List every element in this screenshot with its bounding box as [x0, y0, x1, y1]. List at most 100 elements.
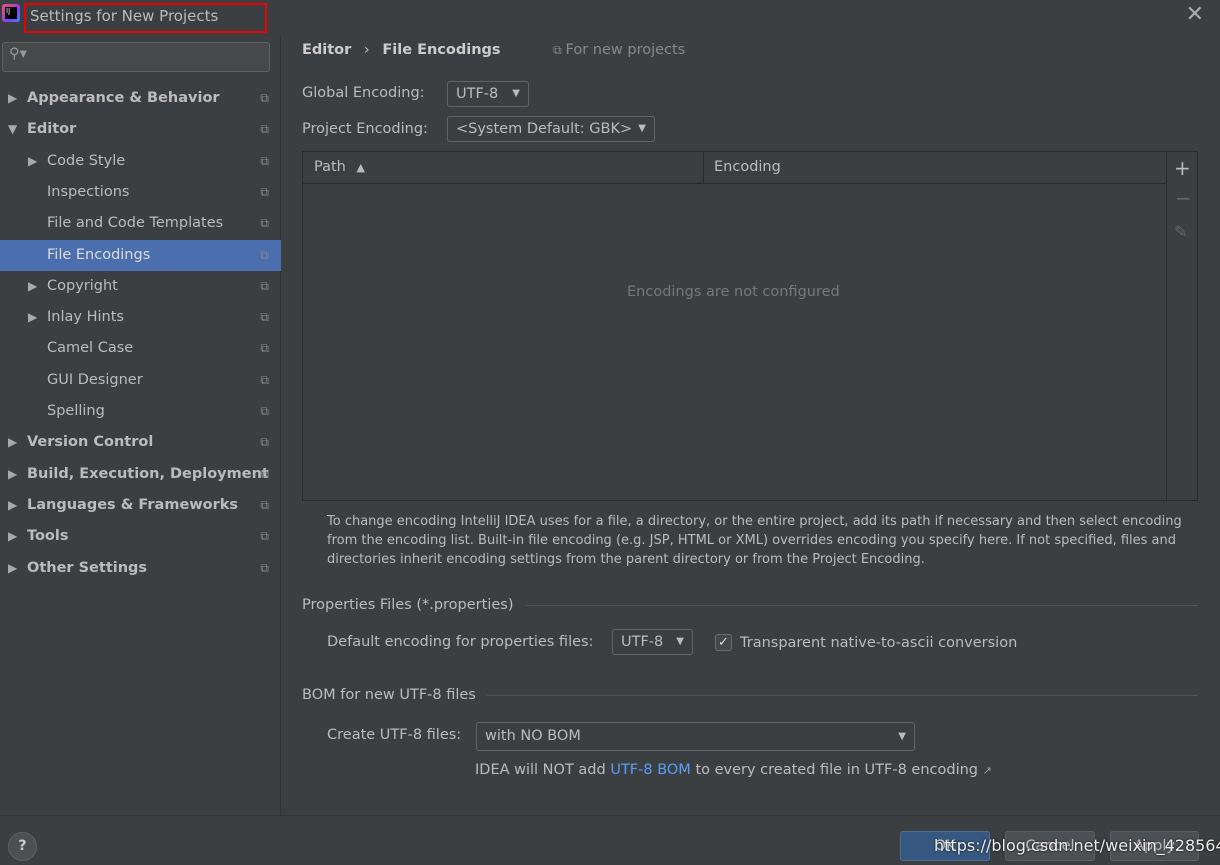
chevron-down-icon[interactable]: ▼	[8, 114, 17, 145]
chevron-down-icon: ▼	[512, 88, 520, 99]
remove-icon[interactable]: −	[1175, 186, 1192, 210]
encodings-table[interactable]: Path ▲ Encoding Encodings are not config…	[302, 151, 1198, 501]
sidebar-item-label: Code Style	[47, 152, 126, 169]
sidebar-item-label: GUI Designer	[47, 371, 143, 388]
sidebar-item-label: Editor	[27, 121, 77, 138]
project-encoding-select[interactable]: <System Default: GBK> ▼	[447, 116, 655, 142]
sidebar-item-languages-frameworks[interactable]: ▶ Languages & Frameworks ⧉	[0, 490, 281, 521]
sidebar-item-label: Version Control	[27, 434, 154, 451]
sort-asc-icon: ▲	[356, 161, 365, 174]
sidebar-item-camel-case[interactable]: Camel Case ⧉	[0, 333, 281, 364]
dialog-footer: ? OK Cancel Apply https://blog.csdn.net/…	[0, 815, 1220, 865]
chevron-right-icon[interactable]: ▶	[8, 553, 17, 584]
settings-sidebar: ⚲▾ ▶ Appearance & Behavior ⧉ ▼ Editor ⧉ ▶ Code …	[0, 36, 281, 815]
external-link-icon: ↗	[982, 764, 992, 777]
chevron-right-icon[interactable]: ▶	[8, 521, 17, 552]
project-encoding-label: Project Encoding:	[302, 121, 428, 137]
create-utf8-label: Create UTF-8 files:	[327, 727, 462, 743]
watermark: https://blog.csdn.net/weixin_42856413	[934, 836, 1220, 855]
add-icon[interactable]: +	[1174, 156, 1191, 180]
copy-icon: ⧉	[260, 560, 269, 575]
breadcrumb: Editor › File Encodings ⧉ For new projec…	[302, 42, 685, 58]
copy-icon: ⧉	[260, 435, 269, 450]
table-header: Path ▲ Encoding	[303, 152, 1167, 184]
sidebar-item-editor[interactable]: ▼ Editor ⧉	[0, 114, 281, 145]
copy-icon: ⧉	[260, 278, 269, 293]
chevron-down-icon: ▼	[898, 731, 906, 742]
sidebar-item-label: Copyright	[47, 277, 118, 294]
properties-encoding-label: Default encoding for properties files:	[327, 634, 594, 650]
breadcrumb-separator: ›	[363, 42, 370, 58]
close-icon[interactable]: ✕	[1186, 2, 1204, 27]
copy-icon: ⧉	[553, 43, 566, 57]
sidebar-item-spelling[interactable]: Spelling ⧉	[0, 396, 281, 427]
search-icon: ⚲▾	[9, 46, 27, 62]
sidebar-item-label: Spelling	[47, 403, 105, 419]
sidebar-item-label: Languages & Frameworks	[27, 496, 239, 513]
sidebar-item-other-settings[interactable]: ▶ Other Settings ⧉	[0, 553, 281, 584]
scope-label: ⧉ For new projects	[553, 42, 686, 58]
window-title: Settings for New Projects	[24, 3, 267, 33]
main-panel: Editor › File Encodings ⧉ For new projec…	[281, 36, 1220, 815]
global-encoding-select[interactable]: UTF-8 ▼	[447, 81, 529, 107]
copy-icon: ⧉	[260, 184, 269, 199]
chevron-right-icon[interactable]: ▶	[8, 459, 17, 490]
help-button[interactable]: ?	[8, 832, 37, 861]
chevron-right-icon[interactable]: ▶	[8, 83, 17, 114]
copy-icon: ⧉	[260, 341, 269, 356]
chevron-right-icon[interactable]: ▶	[28, 302, 37, 333]
bom-section-title: BOM for new UTF-8 files	[302, 687, 476, 703]
sidebar-item-copyright[interactable]: ▶ Copyright ⧉	[0, 271, 281, 302]
sidebar-item-inspections[interactable]: Inspections ⧉	[0, 177, 281, 208]
search-input[interactable]: ⚲▾	[2, 42, 270, 72]
sidebar-item-version-control[interactable]: ▶ Version Control ⧉	[0, 427, 281, 458]
copy-icon: ⧉	[260, 91, 269, 105]
sidebar-item-label: Appearance & Behavior	[27, 90, 220, 106]
copy-icon: ⧉	[260, 372, 269, 387]
chevron-down-icon: ▼	[638, 123, 646, 134]
breadcrumb-parent[interactable]: Editor	[302, 42, 351, 58]
chevron-right-icon[interactable]: ▶	[28, 271, 37, 302]
chevron-right-icon[interactable]: ▶	[28, 146, 37, 177]
sidebar-item-label: Inspections	[47, 183, 130, 200]
sidebar-item-label: Inlay Hints	[47, 309, 124, 326]
global-encoding-label: Global Encoding:	[302, 85, 425, 101]
sidebar-item-file-and-code-templates[interactable]: File and Code Templates ⧉	[0, 208, 281, 239]
chevron-down-icon: ▼	[676, 636, 684, 647]
sidebar-item-file-encodings[interactable]: File Encodings ⧉	[0, 239, 281, 271]
copy-icon: ⧉	[260, 529, 269, 544]
copy-icon: ⧉	[260, 153, 269, 168]
properties-section-title: Properties Files (*.properties)	[302, 597, 514, 613]
sidebar-item-label: Tools	[27, 528, 69, 545]
sidebar-item-label: Build, Execution, Deployment	[27, 465, 269, 482]
utf8-bom-link[interactable]: UTF-8 BOM	[610, 762, 691, 778]
native-to-ascii-checkbox[interactable]: ✓	[715, 634, 732, 651]
chevron-right-icon[interactable]: ▶	[8, 427, 17, 458]
properties-encoding-select[interactable]: UTF-8 ▼	[612, 629, 693, 655]
copy-icon: ⧉	[260, 497, 269, 512]
copy-icon: ⧉	[260, 404, 269, 418]
chevron-right-icon[interactable]: ▶	[8, 490, 17, 521]
sidebar-item-label: File and Code Templates	[47, 215, 224, 232]
native-to-ascii-label[interactable]: Transparent native-to-ascii conversion	[740, 635, 1017, 651]
sidebar-item-label: Camel Case	[47, 340, 134, 357]
sidebar-item-appearance-behavior[interactable]: ▶ Appearance & Behavior ⧉	[0, 83, 281, 114]
copy-icon: ⧉	[260, 466, 269, 481]
sidebar-item-gui-designer[interactable]: GUI Designer ⧉	[0, 365, 281, 396]
sidebar-item-label: File Encodings	[47, 246, 151, 263]
sidebar-item-label: Other Settings	[27, 559, 148, 576]
copy-icon: ⧉	[260, 216, 269, 231]
sidebar-item-code-style[interactable]: ▶ Code Style ⧉	[0, 146, 281, 177]
sidebar-item-build-execution-deployment[interactable]: ▶ Build, Execution, Deployment ⧉	[0, 459, 281, 490]
column-header-path[interactable]: Path ▲	[314, 159, 365, 175]
bom-note: IDEA will NOT add UTF-8 BOM to every cre…	[475, 762, 992, 778]
copy-icon: ⧉	[260, 310, 269, 325]
copy-icon: ⧉	[260, 247, 269, 262]
bom-select[interactable]: with NO BOM ▼	[476, 722, 915, 751]
edit-icon[interactable]: ✎	[1174, 222, 1187, 241]
help-text: To change encoding IntelliJ IDEA uses fo…	[327, 514, 1182, 567]
sidebar-item-tools[interactable]: ▶ Tools ⧉	[0, 521, 281, 552]
sidebar-item-inlay-hints[interactable]: ▶ Inlay Hints ⧉	[0, 302, 281, 333]
column-header-encoding[interactable]: Encoding	[714, 159, 781, 175]
copy-icon: ⧉	[260, 122, 269, 137]
